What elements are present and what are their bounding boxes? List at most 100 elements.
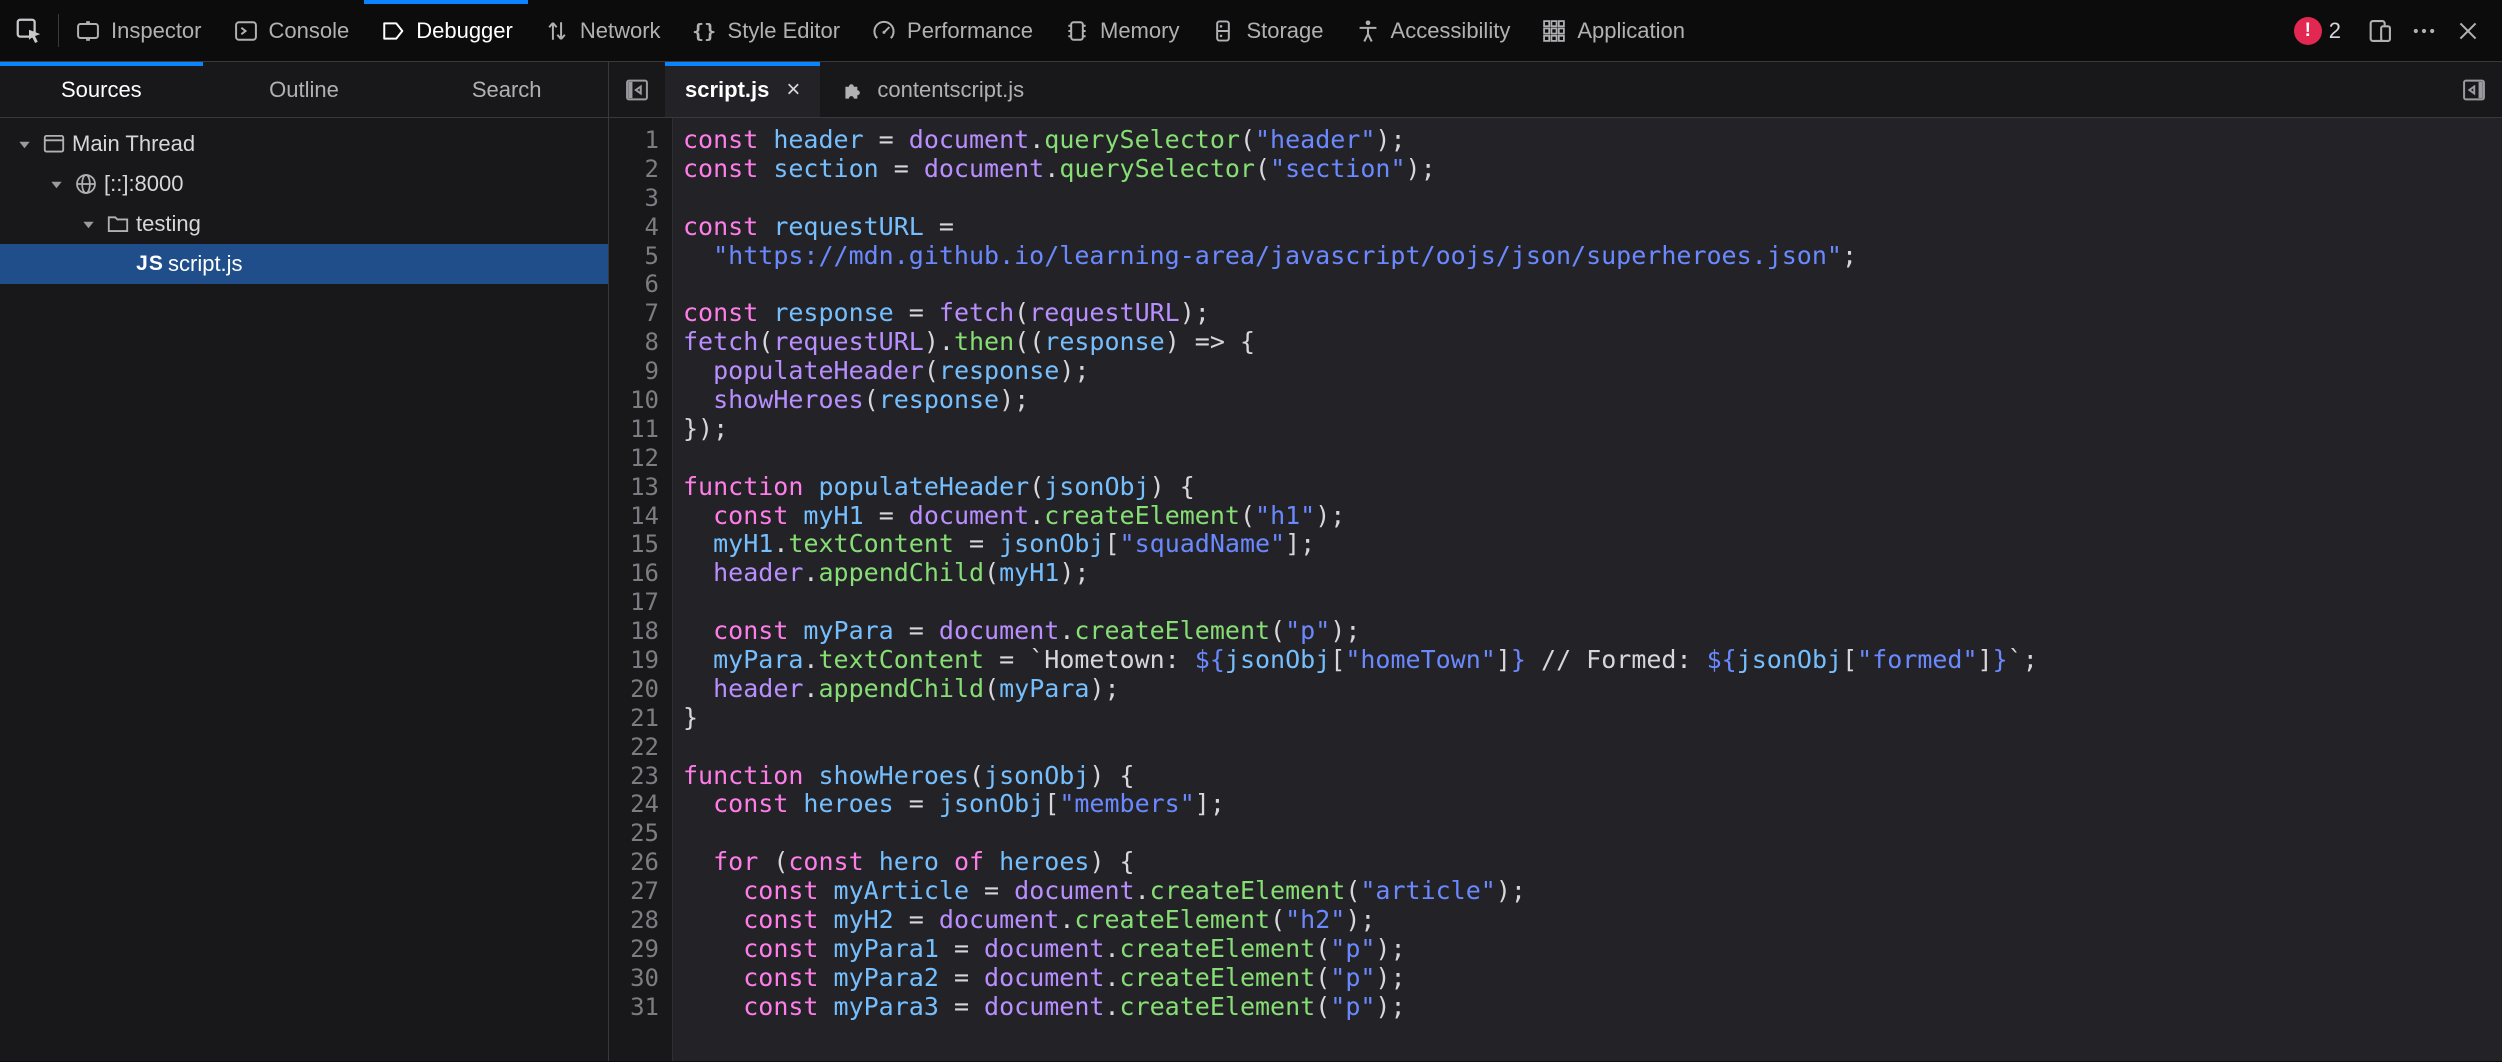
code-line[interactable] — [683, 819, 2502, 848]
tree-item-testing[interactable]: testing — [0, 204, 608, 244]
code-line[interactable]: const myPara3 = document.createElement("… — [683, 993, 2502, 1022]
caret-down-icon[interactable] — [12, 137, 36, 152]
code-line[interactable]: fetch(requestURL).then((response) => { — [683, 328, 2502, 357]
code-line[interactable]: } — [683, 704, 2502, 733]
tree-item-main-thread[interactable]: Main Thread — [0, 124, 608, 164]
caret-down-icon[interactable] — [76, 217, 100, 232]
tree-item-script-js[interactable]: JSscript.js — [0, 244, 608, 284]
line-number[interactable]: 25 — [609, 819, 672, 848]
code-line[interactable]: }); — [683, 415, 2502, 444]
js-file-icon: JS — [136, 252, 164, 276]
code-line[interactable]: const myH1 = document.createElement("h1"… — [683, 502, 2502, 531]
code-line[interactable]: myPara.textContent = `Hometown: ${jsonOb… — [683, 646, 2502, 675]
code-line[interactable] — [683, 444, 2502, 473]
code-line[interactable] — [683, 270, 2502, 299]
line-number[interactable]: 19 — [609, 646, 672, 675]
line-number[interactable]: 3 — [609, 184, 672, 213]
line-number[interactable]: 5 — [609, 242, 672, 271]
tab-performance[interactable]: Performance — [855, 0, 1048, 61]
tab-accessibility[interactable]: Accessibility — [1339, 0, 1526, 61]
line-number[interactable]: 17 — [609, 588, 672, 617]
code-line[interactable]: header.appendChild(myPara); — [683, 675, 2502, 704]
code-line[interactable]: const myH2 = document.createElement("h2"… — [683, 906, 2502, 935]
line-number[interactable]: 14 — [609, 502, 672, 531]
line-number[interactable]: 18 — [609, 617, 672, 646]
line-number[interactable]: 31 — [609, 993, 672, 1022]
close-tab-icon[interactable]: × — [786, 76, 800, 104]
caret-down-icon[interactable] — [44, 177, 68, 192]
line-number[interactable]: 13 — [609, 473, 672, 502]
line-number[interactable]: 27 — [609, 877, 672, 906]
error-count: 2 — [2329, 18, 2341, 44]
tab-network[interactable]: Network — [528, 0, 676, 61]
line-number[interactable]: 23 — [609, 762, 672, 791]
editor-tab-contentscript-js[interactable]: contentscript.js — [820, 62, 1044, 117]
line-number[interactable]: 9 — [609, 357, 672, 386]
collapse-sources-pane-button[interactable] — [609, 62, 665, 117]
code-line[interactable]: const myPara1 = document.createElement("… — [683, 935, 2502, 964]
code-area[interactable]: const header = document.querySelector("h… — [674, 118, 2502, 1022]
code-line[interactable] — [683, 588, 2502, 617]
sidebar-tab-outline[interactable]: Outline — [203, 62, 406, 117]
tree-item-label: Main Thread — [72, 131, 195, 157]
line-number[interactable]: 12 — [609, 444, 672, 473]
line-number[interactable]: 8 — [609, 328, 672, 357]
line-number[interactable]: 26 — [609, 848, 672, 877]
editor-tab-script-js[interactable]: script.js× — [665, 62, 820, 117]
code-line[interactable]: populateHeader(response); — [683, 357, 2502, 386]
performance-icon — [870, 17, 898, 45]
code-line[interactable] — [683, 184, 2502, 213]
sidebar-tab-search[interactable]: Search — [405, 62, 608, 117]
line-number[interactable]: 7 — [609, 299, 672, 328]
code-line[interactable]: const myArticle = document.createElement… — [683, 877, 2502, 906]
tab-console[interactable]: Console — [217, 0, 365, 61]
tab-debugger[interactable]: Debugger — [364, 0, 528, 61]
line-number[interactable]: 28 — [609, 906, 672, 935]
line-number[interactable]: 29 — [609, 935, 672, 964]
tab-storage[interactable]: Storage — [1194, 0, 1338, 61]
code-line[interactable]: const requestURL = — [683, 213, 2502, 242]
code-line[interactable]: header.appendChild(myH1); — [683, 559, 2502, 588]
tab-style-editor[interactable]: {}Style Editor — [676, 0, 856, 61]
more-options-button[interactable] — [2402, 0, 2446, 62]
code-line[interactable]: "https://mdn.github.io/learning-area/jav… — [683, 242, 2502, 271]
line-number[interactable]: 2 — [609, 155, 672, 184]
code-line[interactable]: function showHeroes(jsonObj) { — [683, 762, 2502, 791]
line-number[interactable]: 21 — [609, 704, 672, 733]
tab-inspector[interactable]: Inspector — [59, 0, 217, 61]
responsive-design-mode-button[interactable] — [2358, 0, 2402, 62]
line-number[interactable]: 22 — [609, 733, 672, 762]
line-number[interactable]: 10 — [609, 386, 672, 415]
close-devtools-button[interactable] — [2446, 0, 2490, 62]
line-number[interactable]: 11 — [609, 415, 672, 444]
code-editor[interactable]: 1234567891011121314151617181920212223242… — [609, 118, 2502, 1061]
line-number[interactable]: 15 — [609, 530, 672, 559]
sidebar-tab-sources[interactable]: Sources — [0, 62, 203, 117]
editor-gutter[interactable]: 1234567891011121314151617181920212223242… — [609, 118, 673, 1061]
line-number[interactable]: 30 — [609, 964, 672, 993]
error-icon: ! — [2294, 17, 2322, 45]
line-number[interactable]: 24 — [609, 790, 672, 819]
code-line[interactable]: showHeroes(response); — [683, 386, 2502, 415]
line-number[interactable]: 16 — [609, 559, 672, 588]
error-badge[interactable]: ! 2 — [2294, 17, 2341, 45]
line-number[interactable]: 1 — [609, 126, 672, 155]
code-line[interactable]: const section = document.querySelector("… — [683, 155, 2502, 184]
pick-element-button[interactable] — [0, 0, 58, 61]
line-number[interactable]: 20 — [609, 675, 672, 704]
code-line[interactable]: const response = fetch(requestURL); — [683, 299, 2502, 328]
tab-memory[interactable]: Memory — [1048, 0, 1194, 61]
tree-item-8000[interactable]: [::]:8000 — [0, 164, 608, 204]
code-line[interactable]: for (const hero of heroes) { — [683, 848, 2502, 877]
line-number[interactable]: 4 — [609, 213, 672, 242]
tab-application[interactable]: Application — [1525, 0, 1700, 61]
collapse-right-pane-button[interactable] — [2446, 62, 2502, 117]
code-line[interactable]: const myPara2 = document.createElement("… — [683, 964, 2502, 993]
code-line[interactable]: function populateHeader(jsonObj) { — [683, 473, 2502, 502]
line-number[interactable]: 6 — [609, 270, 672, 299]
code-line[interactable]: const heroes = jsonObj["members"]; — [683, 790, 2502, 819]
code-line[interactable] — [683, 733, 2502, 762]
code-line[interactable]: const header = document.querySelector("h… — [683, 126, 2502, 155]
code-line[interactable]: const myPara = document.createElement("p… — [683, 617, 2502, 646]
code-line[interactable]: myH1.textContent = jsonObj["squadName"]; — [683, 530, 2502, 559]
